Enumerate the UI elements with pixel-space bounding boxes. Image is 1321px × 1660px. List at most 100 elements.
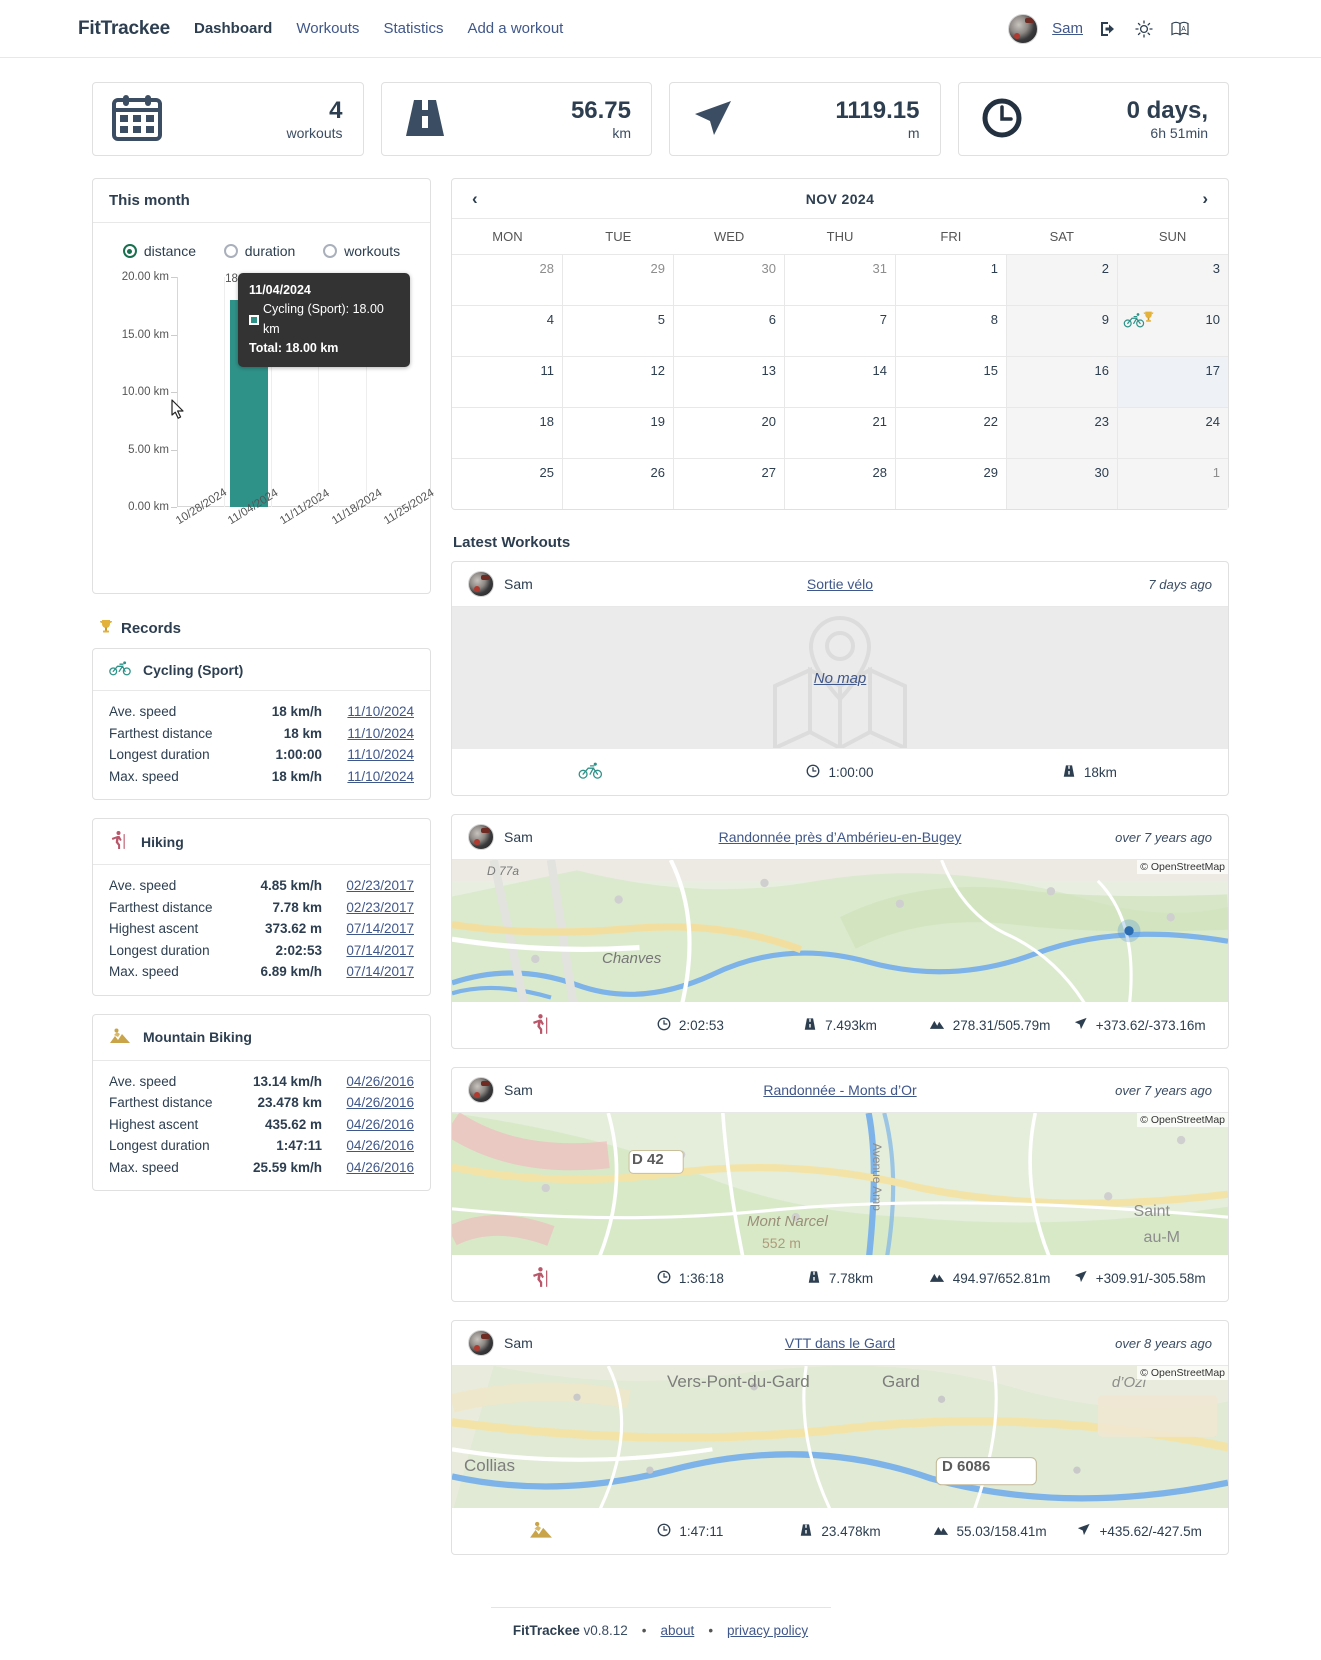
record-date-link[interactable]: 04/26/2016 [346,1095,414,1110]
chart-metric-radios: distance duration workouts [105,237,418,269]
record-value: 1:47:11 [276,1138,322,1153]
record-date-link[interactable]: 04/26/2016 [346,1138,414,1153]
calendar-day[interactable]: 1 [1117,459,1228,509]
calendar-day[interactable]: 24 [1117,408,1228,458]
workout-marker-cycling-icon[interactable] [1123,311,1155,329]
calendar-day[interactable]: 3 [1117,255,1228,305]
calendar-day[interactable]: 18 [452,408,562,458]
workout-card: Sam Sortie vélo 7 days ago No map 1:00:0… [451,561,1229,796]
radio-duration[interactable]: duration [223,243,296,259]
record-date-link[interactable]: 07/14/2017 [346,964,414,979]
calendar-day[interactable]: 23 [1006,408,1117,458]
workout-title-link[interactable]: Randonnée près d’Ambérieu-en-Bugey [719,829,962,845]
calendar-day[interactable]: 14 [784,357,895,407]
calendar-day[interactable]: 29 [895,459,1006,509]
calendar-day[interactable]: 29 [562,255,673,305]
calendar-day[interactable]: 11 [452,357,562,407]
duration-value: 1:47:11 [679,1523,724,1539]
calendar-day[interactable]: 21 [784,408,895,458]
radio-duration-indicator[interactable] [223,244,238,258]
calendar-day[interactable]: 12 [562,357,673,407]
calendar-day[interactable]: 8 [895,306,1006,356]
mountain-icon [929,1017,945,1033]
records-title-label: Records [121,619,182,637]
elevation-value: 278.31/505.79m [952,1017,1051,1033]
avatar[interactable] [468,824,494,850]
calendar-day[interactable]: 13 [673,357,784,407]
calendar-day[interactable]: 27 [673,459,784,509]
workout-card: Sam Randonnée - Monts d’Or over 7 years … [451,1067,1229,1302]
footer-link-about[interactable]: about [661,1623,695,1638]
calendar-week: 25 26 27 28 29 30 1 [452,458,1228,509]
nav-item-workouts[interactable]: Workouts [296,20,359,37]
logout-icon[interactable] [1097,18,1119,40]
avatar[interactable] [1008,13,1039,44]
workout-map[interactable]: © OpenStreetMap D 42 Mont Narcel Saint a… [452,1113,1228,1255]
calendar-day[interactable]: 25 [452,459,562,509]
radio-workouts-indicator[interactable] [323,244,338,258]
record-sport-name: Mountain Biking [143,1029,252,1045]
workout-title-link[interactable]: Randonnée - Monts d’Or [763,1082,916,1098]
calendar-day[interactable]: 30 [673,255,784,305]
record-date-link[interactable]: 04/26/2016 [346,1074,414,1089]
calendar-prev-button[interactable]: ‹ [468,190,482,207]
user-name-link[interactable]: Sam [1052,20,1083,37]
calendar-day[interactable]: 22 [895,408,1006,458]
calendar-day[interactable]: 7 [784,306,895,356]
workout-user: Sam [504,576,533,592]
calendar-day[interactable]: 2 [1006,255,1117,305]
calendar-day[interactable]: 26 [562,459,673,509]
clock-icon [657,1017,671,1034]
theme-toggle-icon[interactable] [1133,18,1155,40]
footer-link-privacy-policy[interactable]: privacy policy [727,1623,808,1638]
calendar-day[interactable]: 4 [452,306,562,356]
calendar-day[interactable]: 28 [452,255,562,305]
workout-map[interactable]: © OpenStreetMap D 77a Chanves [452,860,1228,1002]
calendar-day[interactable]: 15 [895,357,1006,407]
calendar-day[interactable]: 31 [784,255,895,305]
workout-title-link[interactable]: VTT dans le Gard [785,1335,895,1351]
avatar[interactable] [468,571,494,597]
radio-distance[interactable]: distance [122,243,196,259]
workout-title-link[interactable]: Sortie vélo [807,576,873,592]
calendar-day[interactable]: 19 [562,408,673,458]
record-date-link[interactable]: 11/10/2024 [347,747,414,762]
calendar-day[interactable]: 30 [1006,459,1117,509]
calendar-day-with-workout[interactable]: 10 [1117,306,1228,356]
record-table: Ave. speed 4.85 km/h 02/23/2017 Farthest… [93,865,430,995]
calendar-day[interactable]: 6 [673,306,784,356]
nav-item-dashboard[interactable]: Dashboard [194,20,272,37]
record-date-link[interactable]: 02/23/2017 [346,900,414,915]
record-date-link[interactable]: 11/10/2024 [347,704,414,719]
record-date-link[interactable]: 02/23/2017 [346,878,414,893]
record-date-link[interactable]: 11/10/2024 [347,769,414,784]
this-month-chart: distance duration workouts 0.00 km 5.00 … [93,223,437,593]
no-map-label[interactable]: No map [814,670,867,687]
workout-map[interactable]: © OpenStreetMap Vers-Pont-du-Gard Gard d… [452,1366,1228,1508]
record-date-link[interactable]: 04/26/2016 [346,1117,414,1132]
avatar[interactable] [468,1330,494,1356]
nav-item-statistics[interactable]: Statistics [383,20,443,37]
calendar-day[interactable]: 20 [673,408,784,458]
calendar-day[interactable]: 5 [562,306,673,356]
calendar-next-button[interactable]: › [1198,190,1212,207]
workout-duration: 2:02:53 [616,1017,766,1034]
calendar-day[interactable]: 16 [1006,357,1117,407]
record-value: 18 km/h [271,704,322,719]
calendar-day[interactable]: 1 [895,255,1006,305]
nav-item-add-workout[interactable]: Add a workout [467,20,563,37]
avatar[interactable] [468,1077,494,1103]
radio-duration-label: duration [244,243,296,259]
record-date-link[interactable]: 07/14/2017 [346,943,414,958]
map-label: au-M [1143,1229,1180,1246]
calendar-day-today[interactable]: 17 [1117,357,1228,407]
radio-distance-indicator[interactable] [122,244,137,258]
calendar-day[interactable]: 9 [1006,306,1117,356]
stat-value: 4 [329,97,343,125]
record-date-link[interactable]: 07/14/2017 [346,921,414,936]
record-date-link[interactable]: 11/10/2024 [347,726,414,741]
calendar-day[interactable]: 28 [784,459,895,509]
radio-workouts[interactable]: workouts [323,243,400,259]
record-date-link[interactable]: 04/26/2016 [346,1160,414,1175]
language-icon[interactable]: A [1169,18,1191,40]
